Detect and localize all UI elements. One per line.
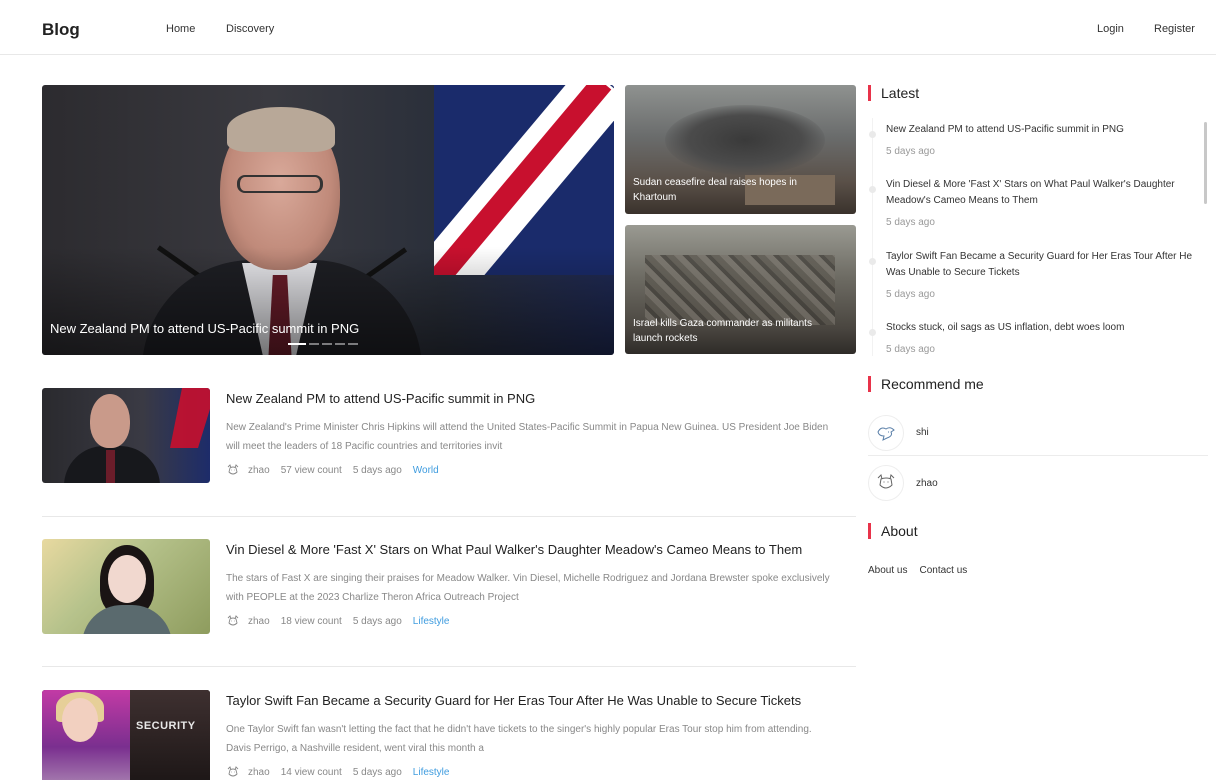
timeline-dot-icon [869,329,876,336]
nav-discovery-link[interactable]: Discovery [226,23,274,35]
about-links: About us Contact us [868,565,967,576]
recommended-user-name[interactable]: zhao [916,478,938,489]
author-avatar-icon [227,615,239,626]
carousel-dot-active[interactable] [288,343,306,345]
bird-avatar-icon [877,426,895,441]
article-meta: zhao 57 view count 5 days ago World [226,464,439,476]
divider [42,516,856,517]
article-category-link[interactable]: World [413,465,439,476]
latest-scrollbar[interactable] [1204,122,1207,204]
article-author[interactable]: zhao [248,616,270,627]
about-section-header: About [868,523,918,539]
ox-avatar-icon [877,474,895,489]
latest-item-title[interactable]: Vin Diesel & More 'Fast X' Stars on What… [886,177,1198,209]
latest-item-time: 5 days ago [886,217,935,228]
article-thumbnail[interactable] [42,539,210,634]
latest-item-title[interactable]: Taylor Swift Fan Became a Security Guard… [886,249,1198,281]
latest-list[interactable]: New Zealand PM to attend US-Pacific summ… [868,118,1208,356]
recommended-user[interactable]: shi [868,410,1208,456]
recommended-user-name[interactable]: shi [916,427,929,438]
latest-item[interactable]: New Zealand PM to attend US-Pacific summ… [869,122,1198,157]
thumbnail-text: SECURITY [136,720,196,732]
carousel-dot[interactable] [335,343,345,345]
article-time: 5 days ago [352,615,402,627]
timeline-line [872,118,873,356]
latest-item-title[interactable]: Stocks stuck, oil sags as US inflation, … [886,320,1198,336]
article-item[interactable]: SECURITY Taylor Swift Fan Became a Secur… [42,690,856,780]
side-feature-card-sudan[interactable]: Sudan ceasefire deal raises hopes in Kha… [625,85,856,214]
article-thumbnail[interactable] [42,388,210,483]
hero-caption[interactable]: New Zealand PM to attend US-Pacific summ… [50,321,359,336]
article-item[interactable]: Vin Diesel & More 'Fast X' Stars on What… [42,539,856,639]
article-summary: One Taylor Swift fan wasn't letting the … [226,724,812,754]
article-time: 5 days ago [352,464,402,476]
article-summary: The stars of Fast X are singing their pr… [226,573,830,603]
article-author[interactable]: zhao [248,767,270,778]
top-navbar: Blog Home Discovery Login Register [0,0,1216,55]
article-title[interactable]: Vin Diesel & More 'Fast X' Stars on What… [226,542,802,557]
latest-item-time: 5 days ago [886,344,935,355]
carousel-dot[interactable] [309,343,319,345]
section-title: Latest [881,85,920,101]
article-category-link[interactable]: Lifestyle [413,767,450,778]
article-view-count: 18 view count [280,615,342,627]
timeline-dot-icon [869,131,876,138]
register-link[interactable]: Register [1154,23,1195,35]
accent-bar [868,523,871,539]
nav-home-link[interactable]: Home [166,23,195,35]
divider [42,666,856,667]
hero-carousel[interactable]: New Zealand PM to attend US-Pacific summ… [42,85,614,355]
carousel-dot[interactable] [322,343,332,345]
article-title[interactable]: Taylor Swift Fan Became a Security Guard… [226,693,801,708]
latest-item-title[interactable]: New Zealand PM to attend US-Pacific summ… [886,122,1198,138]
latest-item[interactable]: Taylor Swift Fan Became a Security Guard… [869,249,1198,300]
latest-item[interactable]: Stocks stuck, oil sags as US inflation, … [869,320,1198,355]
article-time: 5 days ago [352,766,402,778]
site-logo[interactable]: Blog [42,20,80,40]
article-meta: zhao 18 view count 5 days ago Lifestyle [226,615,449,627]
side-feature-caption: Sudan ceasefire deal raises hopes in Kha… [633,177,797,203]
article-item[interactable]: New Zealand PM to attend US-Pacific summ… [42,388,856,488]
recommended-user[interactable]: zhao [868,460,1208,506]
about-us-link[interactable]: About us [868,565,907,576]
latest-item[interactable]: Vin Diesel & More 'Fast X' Stars on What… [869,177,1198,228]
article-title[interactable]: New Zealand PM to attend US-Pacific summ… [226,391,535,406]
latest-section-header: Latest [868,85,919,101]
side-feature-caption: Israel kills Gaza commander as militants… [633,318,812,344]
section-title: About [881,523,918,539]
side-feature-card-gaza[interactable]: Israel kills Gaza commander as militants… [625,225,856,354]
author-avatar-icon [227,464,239,475]
article-category-link[interactable]: Lifestyle [413,616,450,627]
carousel-indicators [288,343,358,345]
article-thumbnail[interactable]: SECURITY [42,690,210,780]
timeline-dot-icon [869,258,876,265]
article-meta: zhao 14 view count 5 days ago Lifestyle [226,766,449,778]
accent-bar [868,85,871,101]
article-view-count: 57 view count [280,464,342,476]
recommend-section-header: Recommend me [868,376,984,392]
author-avatar-icon [227,766,239,777]
latest-item-time: 5 days ago [886,289,935,300]
carousel-dot[interactable] [348,343,358,345]
login-link[interactable]: Login [1097,23,1124,35]
avatar[interactable] [868,465,904,501]
article-author[interactable]: zhao [248,465,270,476]
avatar[interactable] [868,414,904,451]
accent-bar [868,376,871,392]
section-title: Recommend me [881,376,984,392]
article-summary: New Zealand's Prime Minister Chris Hipki… [226,422,829,452]
timeline-dot-icon [869,186,876,193]
contact-us-link[interactable]: Contact us [919,565,967,576]
article-view-count: 14 view count [280,766,342,778]
latest-item-time: 5 days ago [886,146,935,157]
